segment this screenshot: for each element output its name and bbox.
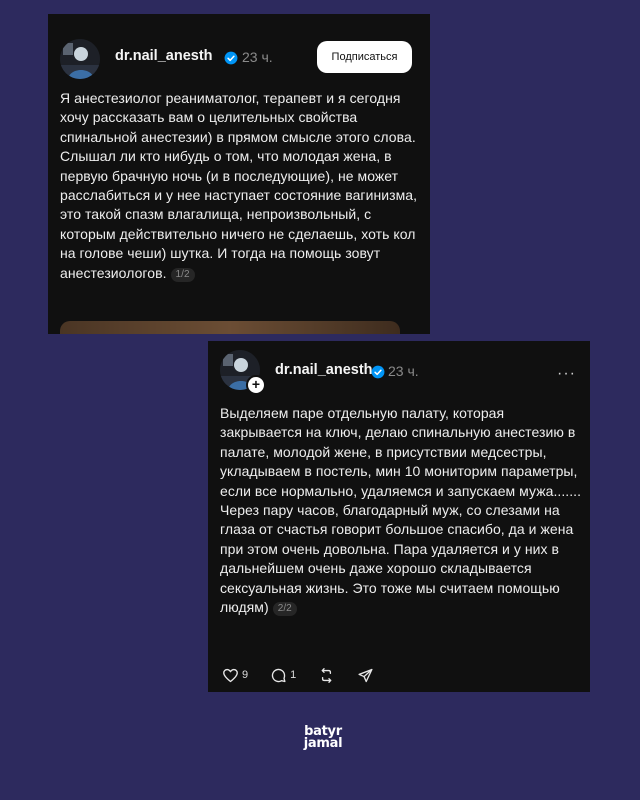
username[interactable]: dr.nail_anesth: [275, 362, 373, 378]
more-options-icon[interactable]: ···: [557, 365, 576, 383]
post-text: Выделяем паре отдельную палату, которая …: [220, 404, 582, 617]
verified-badge-icon: [371, 365, 385, 379]
like-count: 9: [242, 669, 249, 681]
repost-icon: [321, 667, 332, 683]
post-actions: 9 1: [222, 665, 396, 685]
brand-logo: batyr jamal: [283, 725, 363, 751]
post-card-2: + dr.nail_anesth 23 ч. ··· Выделяем паре…: [208, 341, 590, 692]
page-indicator: 2/2: [272, 602, 297, 617]
username[interactable]: dr.nail_anesth: [115, 48, 213, 64]
subscribe-button[interactable]: Подписаться: [317, 41, 412, 73]
heart-icon: [223, 668, 238, 682]
avatar[interactable]: [60, 39, 100, 79]
post-body: Я анестезиолог реаниматолог, терапевт и …: [60, 90, 418, 281]
post-media-preview[interactable]: [60, 321, 400, 334]
like-button[interactable]: 9: [222, 667, 248, 684]
comment-button[interactable]: 1: [270, 667, 296, 684]
verified-badge-icon: [224, 51, 238, 65]
post-timestamp: 23 ч.: [388, 363, 419, 379]
repost-button[interactable]: [318, 667, 335, 684]
post-timestamp: 23 ч.: [242, 49, 273, 65]
follow-plus-icon[interactable]: +: [246, 375, 266, 395]
share-icon: [358, 668, 373, 682]
post-text: Я анестезиолог реаниматолог, терапевт и …: [60, 89, 420, 283]
share-button[interactable]: [357, 667, 374, 684]
post-body: Выделяем паре отдельную палату, которая …: [220, 405, 582, 616]
comment-icon: [271, 668, 286, 682]
page-indicator: 1/2: [170, 267, 195, 282]
post-card-1: dr.nail_anesth 23 ч. Подписаться Я анест…: [48, 14, 430, 334]
logo-line-2: jamal: [303, 736, 343, 751]
comment-count: 1: [290, 669, 297, 681]
